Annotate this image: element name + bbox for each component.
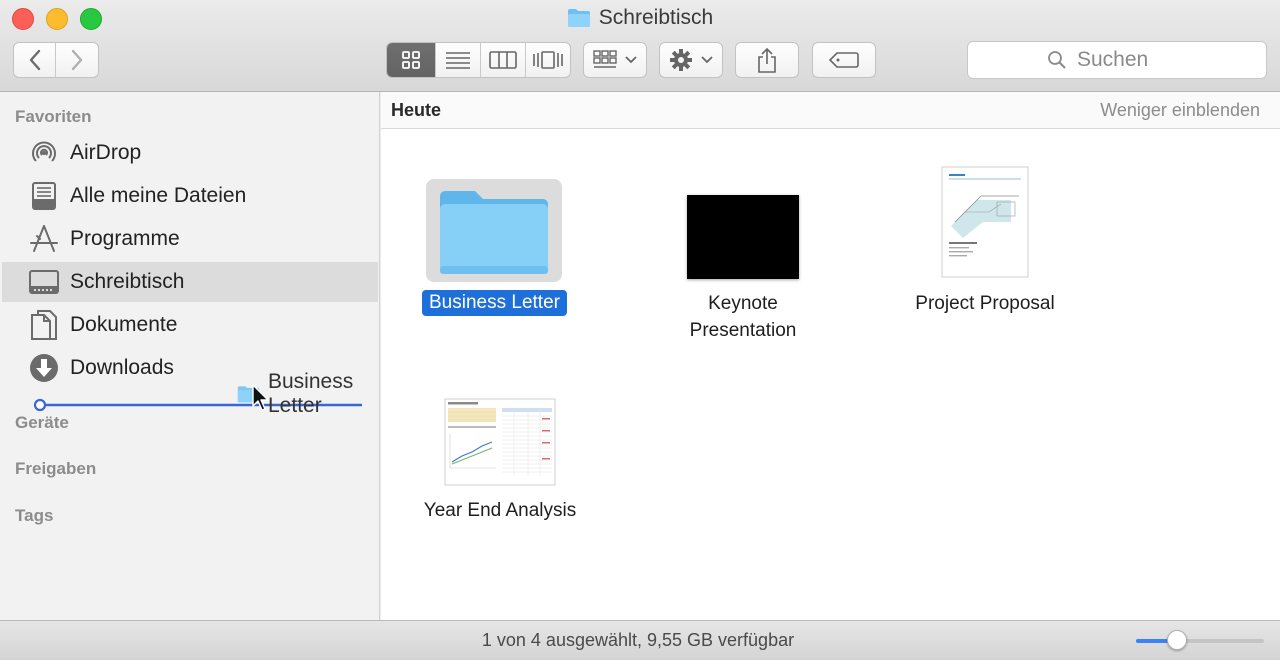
file-item-project-proposal[interactable]: Project Proposal (903, 162, 1067, 317)
tag-icon (829, 52, 859, 68)
icon-view-grid-icon (402, 51, 421, 69)
sidebar-item-label: Schreibtisch (70, 270, 185, 293)
column-view-button[interactable] (481, 43, 526, 77)
sidebar-item-documents[interactable]: Dokumente (2, 305, 378, 345)
numbers-spreadsheet-icon (432, 395, 568, 489)
file-item-keynote-presentation[interactable]: Keynote Presentation (668, 179, 818, 344)
list-view-icon (446, 52, 471, 69)
sidebar-section-tags: Tags (15, 506, 54, 525)
mouse-cursor-icon (252, 384, 269, 411)
share-button[interactable] (735, 42, 799, 78)
chevron-right-icon (71, 49, 83, 71)
sidebar-section-favorites: Favoriten (15, 107, 92, 126)
downloads-icon (28, 352, 60, 384)
documents-icon (28, 309, 60, 341)
file-item-business-letter[interactable]: Business Letter (422, 179, 567, 316)
sidebar-item-applications[interactable]: Programme (2, 219, 378, 259)
tag-button[interactable] (812, 42, 876, 78)
cover-flow-button[interactable] (526, 43, 571, 77)
group-title: Heute (391, 100, 442, 120)
sidebar-item-label: Dokumente (70, 313, 178, 336)
window-title: Schreibtisch (0, 6, 1280, 34)
arrange-button[interactable] (583, 42, 647, 78)
search-icon (1048, 51, 1066, 69)
view-mode-control (386, 42, 571, 78)
all-files-icon (28, 180, 60, 212)
chevron-down-icon (625, 56, 637, 64)
back-button[interactable] (14, 43, 57, 77)
folder-icon (567, 9, 590, 27)
applications-icon (28, 223, 60, 255)
toolbar: Schreibtisch (0, 0, 1280, 92)
gear-icon (670, 49, 692, 71)
sidebar-section-devices: Geräte (15, 413, 69, 432)
column-view-icon (488, 51, 517, 69)
keynote-thumbnail-icon (675, 179, 811, 282)
airdrop-icon (28, 137, 60, 169)
status-bar: 1 von 4 ausgewählt, 9,55 GB verfügbar (0, 620, 1280, 660)
cover-flow-icon (532, 51, 563, 69)
group-header: Heute Weniger einblenden (381, 92, 1280, 129)
pages-document-icon (917, 162, 1053, 282)
search-field[interactable] (967, 41, 1267, 79)
chevron-down-icon (701, 56, 713, 64)
window-title-text: Schreibtisch (598, 6, 714, 29)
file-item-year-end-analysis[interactable]: Year End Analysis (414, 395, 586, 524)
list-view-button[interactable] (436, 43, 481, 77)
drag-preview-label: Business Letter (268, 370, 354, 417)
file-label: Business Letter (422, 290, 567, 316)
sidebar-item-all-files[interactable]: Alle meine Dateien (2, 176, 378, 216)
icon-size-slider[interactable] (1136, 630, 1264, 650)
sidebar-item-label: Programme (70, 227, 180, 250)
sidebar-item-desktop[interactable]: Schreibtisch (2, 262, 378, 302)
file-label: Keynote Presentation (689, 293, 797, 341)
forward-button[interactable] (56, 43, 98, 77)
share-icon (758, 47, 776, 73)
file-label: Project Proposal (915, 293, 1055, 314)
show-less-link[interactable]: Weniger einblenden (1100, 100, 1260, 121)
action-button[interactable] (659, 42, 723, 78)
sidebar-item-airdrop[interactable]: AirDrop (2, 133, 378, 173)
search-input[interactable] (1077, 48, 1187, 72)
sidebar-item-label: Alle meine Dateien (70, 184, 247, 207)
navigation-buttons (13, 42, 99, 78)
icon-view-button[interactable] (387, 43, 437, 77)
desktop-icon (28, 266, 60, 298)
file-browser: Heute Weniger einblenden Business Letter… (381, 92, 1280, 620)
chevron-left-icon (29, 49, 40, 71)
sidebar-item-label: AirDrop (70, 141, 142, 164)
status-text: 1 von 4 ausgewählt, 9,55 GB verfügbar (481, 630, 795, 650)
sidebar-item-label: Downloads (70, 356, 174, 379)
sidebar-section-shared: Freigaben (15, 459, 97, 478)
arrange-grid-icon (593, 50, 617, 68)
finder-window: Schreibtisch Suchen Favoriten AirDrop Al… (0, 0, 1280, 660)
folder-icon (426, 179, 563, 282)
sidebar: Favoriten AirDrop Alle meine Dateien Pro… (0, 92, 380, 620)
file-label: Year End Analysis (423, 500, 577, 521)
